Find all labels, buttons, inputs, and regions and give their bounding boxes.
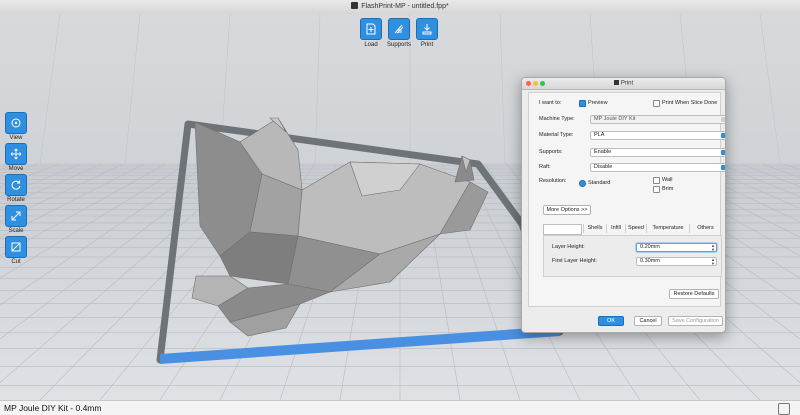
first-layer-height-label: First Layer Height: bbox=[552, 258, 597, 264]
supports-label: Supports: bbox=[539, 149, 563, 155]
tab-speed[interactable]: Speed bbox=[625, 224, 646, 233]
move-icon bbox=[5, 143, 27, 165]
print-button[interactable]: Print bbox=[412, 18, 442, 48]
status-bar: MP Joule DIY Kit - 0.4mm bbox=[0, 400, 800, 415]
preview-label: Preview bbox=[588, 100, 608, 106]
supports-button[interactable]: Supports bbox=[384, 18, 414, 48]
print-icon bbox=[416, 18, 438, 40]
resolution-standard-label: Standard bbox=[588, 180, 611, 186]
supports-label: Supports bbox=[386, 42, 411, 48]
stepper-icon[interactable]: ▲ ▼ bbox=[711, 244, 715, 252]
window-title-text: FlashPrint-MP - untitled.fpp* bbox=[361, 3, 449, 10]
window-title: FlashPrint-MP - untitled.fpp* bbox=[0, 2, 800, 10]
raft-value: Disable bbox=[594, 164, 613, 170]
supports-icon bbox=[388, 18, 410, 40]
scale-label: Scale bbox=[8, 228, 24, 234]
status-text: MP Joule DIY Kit - 0.4mm bbox=[4, 403, 102, 413]
raft-select[interactable]: Disable bbox=[590, 163, 725, 172]
rotate-button[interactable]: Rotate bbox=[4, 174, 28, 203]
print-label: Print bbox=[420, 42, 434, 48]
tab-infill[interactable]: Infill bbox=[606, 224, 625, 233]
machine-type-label: Machine Type: bbox=[539, 116, 575, 122]
save-configuration-button[interactable]: Save Configuration bbox=[668, 316, 723, 326]
ok-button[interactable]: OK bbox=[598, 316, 624, 326]
resolution-standard-radio[interactable] bbox=[579, 180, 586, 187]
cut-button[interactable]: Cut bbox=[4, 236, 28, 265]
chevron-down-icon bbox=[721, 133, 725, 138]
supports-select[interactable]: Enable bbox=[590, 148, 725, 157]
cancel-button[interactable]: Cancel bbox=[634, 316, 662, 326]
material-type-label: Material Type: bbox=[539, 132, 574, 138]
print-when-done-checkbox[interactable] bbox=[653, 100, 660, 107]
supports-value: Enable bbox=[594, 149, 612, 155]
move-label: Move bbox=[8, 166, 24, 172]
print-when-done-label: Print When Slice Done bbox=[662, 100, 718, 106]
load-icon bbox=[360, 18, 382, 40]
brim-checkbox[interactable] bbox=[653, 186, 660, 193]
cut-icon bbox=[5, 236, 27, 258]
machine-type-value: MP Joule DIY Kit bbox=[594, 116, 636, 122]
scale-button[interactable]: Scale bbox=[4, 205, 28, 234]
layer-height-input[interactable]: 0.20mm ▲ ▼ bbox=[636, 243, 717, 252]
wall-checkbox[interactable] bbox=[653, 177, 660, 184]
brim-label: Brim bbox=[662, 186, 674, 192]
move-button[interactable]: Move bbox=[4, 143, 28, 172]
i-want-to-label: I want to: bbox=[539, 100, 562, 106]
chevron-down-icon bbox=[721, 150, 725, 155]
chevron-down-icon bbox=[721, 117, 725, 122]
raft-label: Raft: bbox=[539, 164, 551, 170]
material-type-select[interactable]: PLA bbox=[590, 131, 725, 140]
first-layer-height-value: 0.30mm bbox=[640, 258, 660, 264]
settings-tabs: Shells Infill Speed Temperature Others bbox=[543, 224, 721, 235]
resolution-label: Resolution: bbox=[539, 178, 567, 184]
rotate-icon bbox=[5, 174, 27, 196]
material-type-value: PLA bbox=[594, 132, 605, 138]
first-layer-height-input[interactable]: 0.30mm ▲ ▼ bbox=[636, 257, 717, 266]
load-button[interactable]: Load bbox=[356, 18, 386, 48]
dialog-title-text: Print bbox=[620, 80, 634, 87]
layer-height-label: Layer Height: bbox=[552, 244, 585, 250]
chevron-down-icon bbox=[721, 165, 725, 170]
tab-others[interactable]: Others bbox=[689, 224, 721, 233]
view-label: View bbox=[9, 135, 23, 141]
restore-defaults-button[interactable]: Restore Defaults bbox=[669, 289, 719, 299]
tab-blank[interactable] bbox=[543, 224, 582, 235]
print-dialog: Print I want to: Preview Print When Slic… bbox=[521, 77, 726, 333]
tab-temperature[interactable]: Temperature bbox=[646, 224, 689, 233]
tab-shells[interactable]: Shells bbox=[583, 224, 606, 233]
preview-checkbox[interactable] bbox=[579, 100, 586, 107]
load-label: Load bbox=[364, 42, 378, 48]
stepper-icon[interactable]: ▲ ▼ bbox=[711, 258, 715, 266]
tab-pane: Layer Height: 0.20mm ▲ ▼ First Layer Heigh… bbox=[543, 235, 722, 277]
more-options-button[interactable]: More Options >> bbox=[543, 205, 591, 215]
cut-label: Cut bbox=[11, 259, 21, 265]
dialog-title: Print bbox=[522, 80, 725, 87]
wall-label: Wall bbox=[662, 177, 673, 183]
window-titlebar: FlashPrint-MP - untitled.fpp* bbox=[0, 0, 800, 15]
machine-type-select[interactable]: MP Joule DIY Kit bbox=[590, 115, 725, 124]
app-icon bbox=[351, 2, 359, 9]
view-icon bbox=[5, 112, 27, 134]
dialog-body: I want to: Preview Print When Slice Done… bbox=[528, 92, 725, 307]
print-dialog-icon bbox=[613, 80, 619, 85]
layer-height-value: 0.20mm bbox=[640, 244, 660, 250]
settings-icon[interactable] bbox=[778, 403, 790, 415]
dialog-titlebar: Print bbox=[522, 78, 725, 90]
rotate-label: Rotate bbox=[7, 197, 25, 203]
scale-icon bbox=[5, 205, 27, 227]
view-button[interactable]: View bbox=[4, 112, 28, 141]
